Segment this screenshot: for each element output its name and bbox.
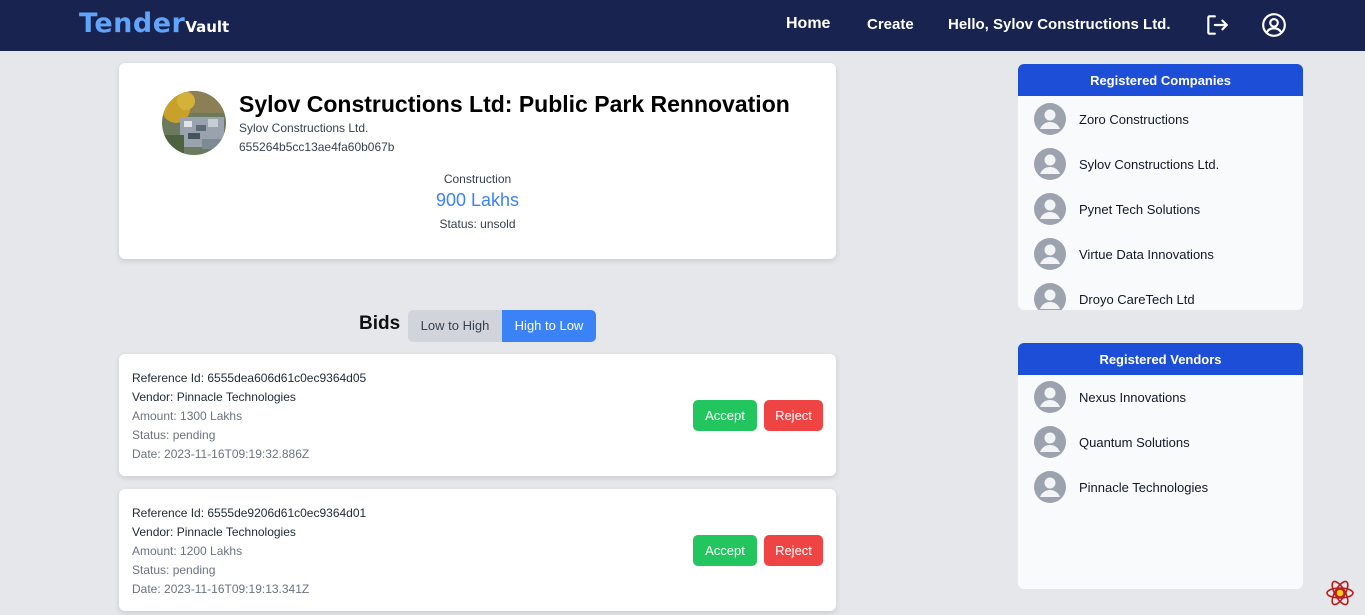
bid-amount: Amount: 1300 Lakhs	[132, 409, 243, 423]
nav-create-link[interactable]: Create	[867, 16, 914, 33]
company-list-item[interactable]: Virtue Data Innovations	[1018, 234, 1303, 279]
vendor-list-item[interactable]: Pinnacle Technologies	[1018, 467, 1303, 512]
bid-reference: Reference Id: 6555de9206d61c0ec9364d01	[132, 506, 367, 520]
company-name: Zoro Constructions	[1079, 112, 1189, 127]
registered-vendors-panel: Registered Vendors Nexus Innovations Qua…	[1018, 343, 1303, 589]
company-name: Pynet Tech Solutions	[1079, 202, 1201, 217]
bid-date: Date: 2023-11-16T09:19:32.886Z	[132, 447, 310, 461]
bid-vendor: Vendor: Pinnacle Technologies	[132, 525, 296, 539]
bid-card: Reference Id: 6555de9206d61c0ec9364d01 V…	[119, 489, 836, 611]
vendor-list-item[interactable]: Nexus Innovations	[1018, 377, 1303, 422]
tender-id: 655264b5cc13ae4fa60b067b	[239, 140, 395, 154]
vendor-name: Nexus Innovations	[1079, 390, 1186, 405]
avatar-icon	[1034, 283, 1066, 310]
bids-heading: Bids	[359, 313, 401, 334]
logout-icon[interactable]	[1204, 12, 1230, 38]
company-name: Droyo CareTech Ltd	[1079, 292, 1195, 307]
avatar-icon	[1034, 471, 1066, 503]
avatar-icon	[1034, 193, 1066, 225]
brand-name: Tender	[79, 8, 186, 39]
nav-home-link[interactable]: Home	[786, 15, 830, 33]
accept-button[interactable]: Accept	[693, 535, 757, 566]
avatar-icon	[1034, 148, 1066, 180]
avatar-icon	[1034, 238, 1066, 270]
company-list-item[interactable]: Pynet Tech Solutions	[1018, 189, 1303, 234]
navbar: TenderVault Home Create Hello, Sylov Con…	[0, 0, 1365, 51]
avatar-icon	[1034, 381, 1066, 413]
bid-status: Status: pending	[132, 563, 216, 577]
registered-companies-panel: Registered Companies Zoro Constructions …	[1018, 64, 1303, 310]
bid-reference: Reference Id: 6555dea606d61c0ec9364d05	[132, 371, 367, 385]
registered-companies-heading: Registered Companies	[1018, 64, 1303, 96]
tender-image	[162, 91, 226, 155]
tender-amount: 900 Lakhs	[435, 190, 520, 210]
accept-button[interactable]: Accept	[693, 400, 757, 431]
company-list-item[interactable]: Zoro Constructions	[1018, 99, 1303, 144]
sort-toggle: Low to High High to Low	[408, 310, 596, 342]
registered-vendors-heading: Registered Vendors	[1018, 343, 1303, 375]
company-list-item[interactable]: Droyo CareTech Ltd	[1018, 279, 1303, 310]
tender-card: Sylov Constructions Ltd: Public Park Ren…	[119, 63, 836, 259]
vendor-name: Pinnacle Technologies	[1079, 480, 1209, 495]
bid-date: Date: 2023-11-16T09:19:13.341Z	[132, 582, 310, 596]
tender-company: Sylov Constructions Ltd.	[239, 121, 369, 135]
bid-amount: Amount: 1200 Lakhs	[132, 544, 243, 558]
vendor-list-item[interactable]: Quantum Solutions	[1018, 422, 1303, 467]
react-devtools-icon[interactable]	[1323, 576, 1357, 610]
tender-title: Sylov Constructions Ltd: Public Park Ren…	[239, 91, 790, 117]
brand-logo[interactable]: TenderVault	[79, 8, 229, 39]
reject-button[interactable]: Reject	[764, 535, 823, 566]
bid-status: Status: pending	[132, 428, 216, 442]
user-greeting: Hello, Sylov Constructions Ltd.	[948, 16, 1171, 33]
tender-status: Status: unsold	[439, 217, 516, 231]
brand-suffix: Vault	[185, 18, 230, 36]
tender-category: Construction	[443, 172, 512, 186]
reject-button[interactable]: Reject	[764, 400, 823, 431]
vendor-name: Quantum Solutions	[1079, 435, 1190, 450]
company-name: Sylov Constructions Ltd.	[1079, 157, 1220, 172]
company-list-item[interactable]: Sylov Constructions Ltd.	[1018, 144, 1303, 189]
sort-low-to-high-button[interactable]: Low to High	[408, 310, 502, 342]
bid-card: Reference Id: 6555dea606d61c0ec9364d05 V…	[119, 354, 836, 476]
user-circle-icon[interactable]	[1261, 12, 1287, 38]
avatar-icon	[1034, 103, 1066, 135]
avatar-icon	[1034, 426, 1066, 458]
company-name: Virtue Data Innovations	[1079, 247, 1214, 262]
bid-vendor: Vendor: Pinnacle Technologies	[132, 390, 296, 404]
sort-high-to-low-button[interactable]: High to Low	[502, 310, 596, 342]
